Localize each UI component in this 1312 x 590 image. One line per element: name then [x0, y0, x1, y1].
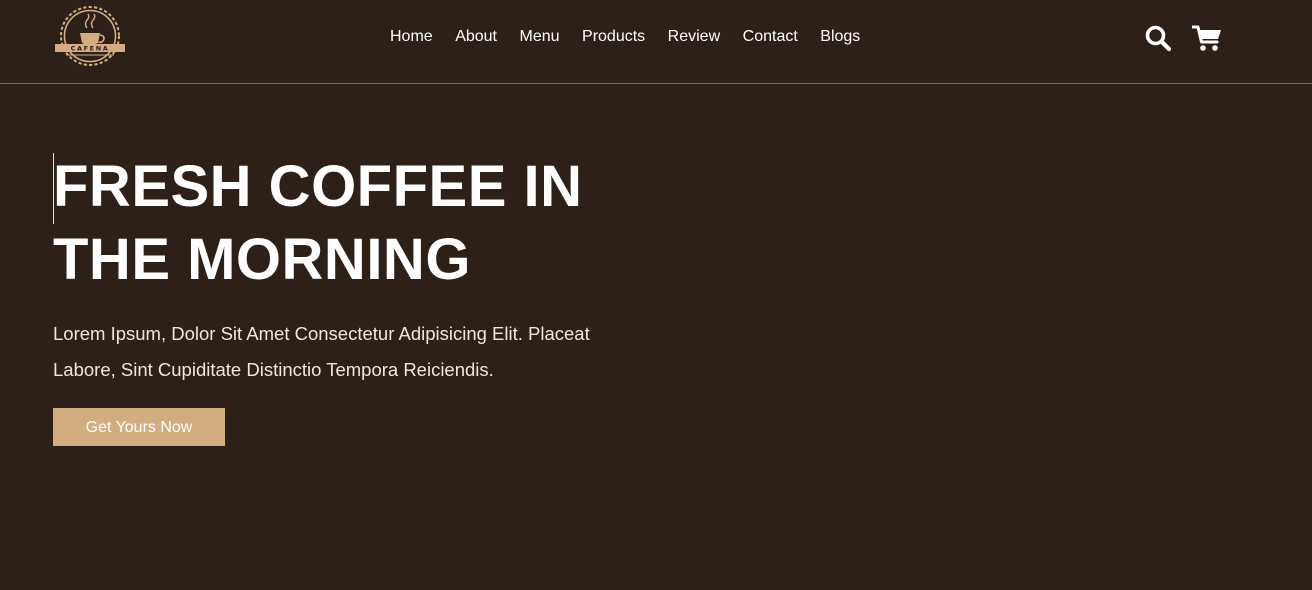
nav-products[interactable]: Products — [582, 27, 645, 47]
main-nav: Home About Menu Products Review Contact … — [390, 27, 883, 47]
cart-icon — [1191, 25, 1221, 51]
logo-text: CAFENA — [71, 45, 110, 53]
hero-description: Lorem Ipsum, Dolor Sit Amet Consectetur … — [53, 316, 653, 388]
nav-about[interactable]: About — [455, 27, 497, 47]
cafena-logo-icon: CAFENA — [55, 6, 125, 66]
nav-contact[interactable]: Contact — [743, 27, 798, 47]
search-button[interactable] — [1144, 24, 1172, 57]
nav-review[interactable]: Review — [668, 27, 720, 47]
hero-title-line-1: FRESH COFFEE IN — [53, 154, 583, 219]
hero-section: FRESH COFFEE IN THE MORNING Lorem Ipsum,… — [53, 150, 673, 446]
nav-menu[interactable]: Menu — [520, 27, 560, 47]
cart-button[interactable] — [1191, 24, 1222, 57]
site-header: CAFENA Home About Menu Products Review C… — [0, 0, 1312, 84]
hero-description-line-1: Lorem Ipsum, Dolor Sit Amet Consectetur … — [53, 323, 590, 344]
logo[interactable]: CAFENA — [52, 4, 128, 68]
hero-description-line-2: Labore, Sint Cupiditate Distinctio Tempo… — [53, 359, 494, 380]
hero-title: FRESH COFFEE IN THE MORNING — [53, 150, 613, 296]
nav-home[interactable]: Home — [390, 27, 433, 47]
search-icon — [1145, 25, 1172, 52]
nav-blogs[interactable]: Blogs — [820, 27, 860, 47]
get-yours-now-button[interactable]: Get Yours Now — [53, 408, 225, 446]
header-actions — [1144, 24, 1222, 57]
hero-title-line-2: THE MORNING — [53, 227, 471, 292]
text-cursor — [53, 153, 54, 224]
